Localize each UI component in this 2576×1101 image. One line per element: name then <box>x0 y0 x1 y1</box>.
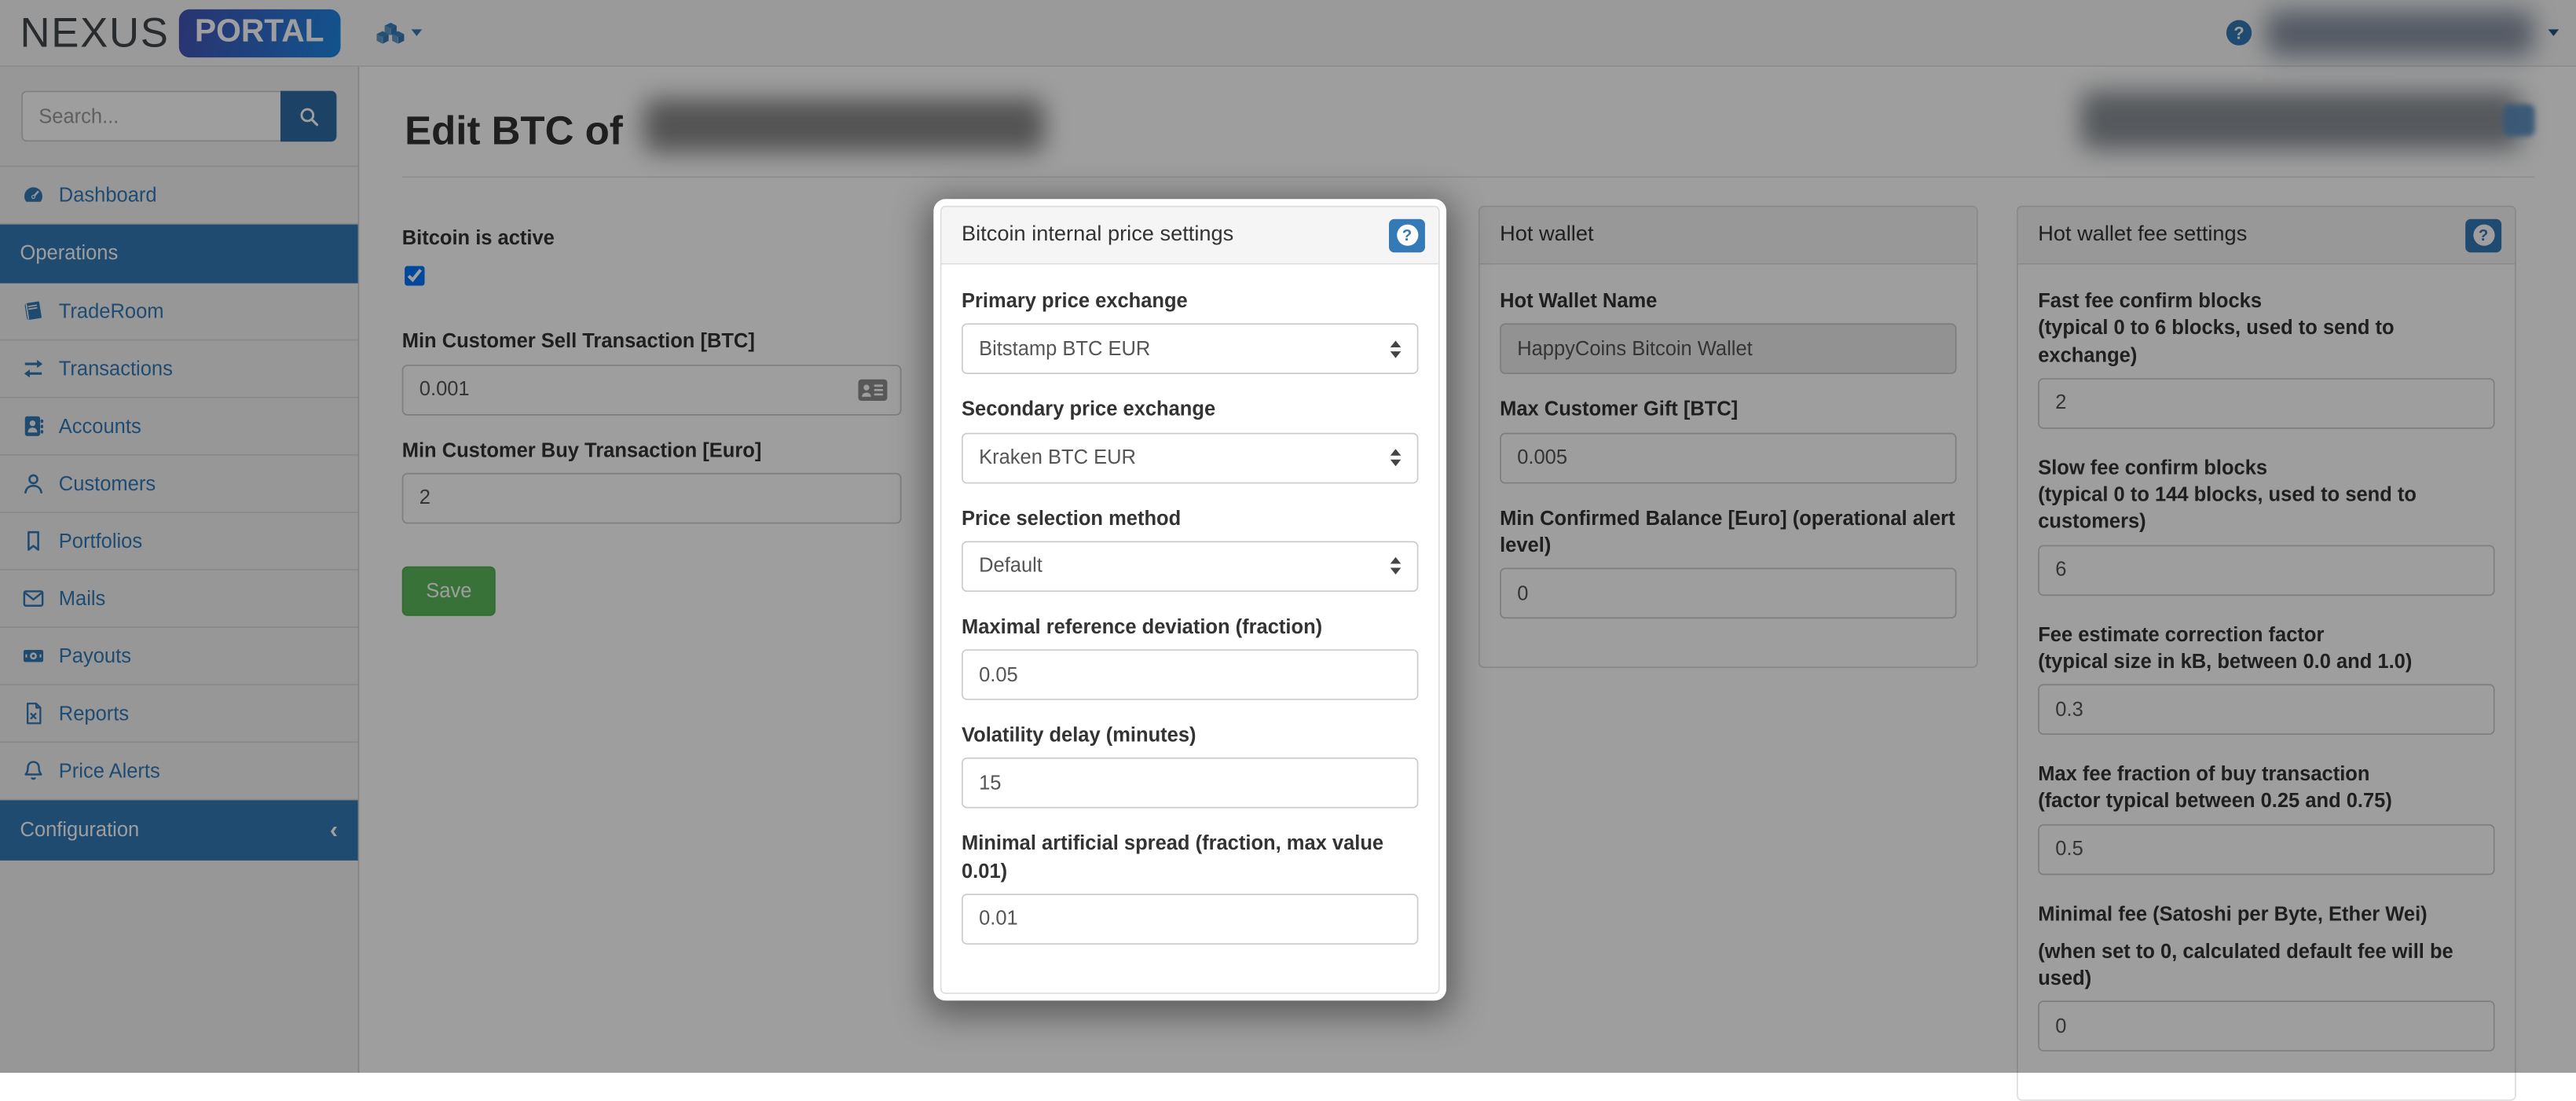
price-settings-panel-heading: Bitcoin internal price settings ? <box>942 207 1438 265</box>
price-method-group: Price selection method Default <box>962 505 1418 591</box>
select-arrows-icon <box>1391 340 1402 358</box>
help-button[interactable]: ? <box>1389 218 1425 252</box>
price-settings-panel-body: Primary price exchange Bitstamp BTC EUR … <box>942 265 1438 993</box>
price-settings-column: Bitcoin internal price settings ? Primar… <box>940 206 1440 994</box>
min-spread-input[interactable] <box>962 894 1418 945</box>
field-label: Volatility delay (minutes) <box>962 723 1418 750</box>
field-label: Price selection method <box>962 505 1418 532</box>
panel-title: Bitcoin internal price settings <box>962 223 1233 248</box>
min-spread-group: Minimal artificial spread (fraction, max… <box>962 831 1418 945</box>
primary-exchange-group: Primary price exchange Bitstamp BTC EUR <box>962 288 1418 374</box>
app-root: NEXUS PORTAL ? <box>0 0 2576 1073</box>
field-label: Primary price exchange <box>962 288 1418 315</box>
max-deviation-input[interactable] <box>962 649 1418 700</box>
price-settings-panel: Bitcoin internal price settings ? Primar… <box>940 206 1440 994</box>
select-arrows-icon <box>1391 449 1402 466</box>
select-value: Bitstamp BTC EUR <box>979 338 1150 361</box>
select-value: Kraken BTC EUR <box>979 446 1136 469</box>
volatility-delay-group: Volatility delay (minutes) <box>962 723 1418 809</box>
max-deviation-group: Maximal reference deviation (fraction) <box>962 615 1418 700</box>
select-arrows-icon <box>1391 557 1402 574</box>
primary-exchange-select[interactable]: Bitstamp BTC EUR <box>962 324 1418 375</box>
field-label: Maximal reference deviation (fraction) <box>962 615 1418 641</box>
price-method-select[interactable]: Default <box>962 541 1418 592</box>
field-label: Secondary price exchange <box>962 397 1418 424</box>
question-circle-icon: ? <box>1396 225 1417 246</box>
secondary-exchange-group: Secondary price exchange Kraken BTC EUR <box>962 397 1418 483</box>
select-value: Default <box>979 555 1042 578</box>
field-label: Minimal artificial spread (fraction, max… <box>962 831 1418 886</box>
volatility-delay-input[interactable] <box>962 758 1418 809</box>
secondary-exchange-select[interactable]: Kraken BTC EUR <box>962 432 1418 483</box>
